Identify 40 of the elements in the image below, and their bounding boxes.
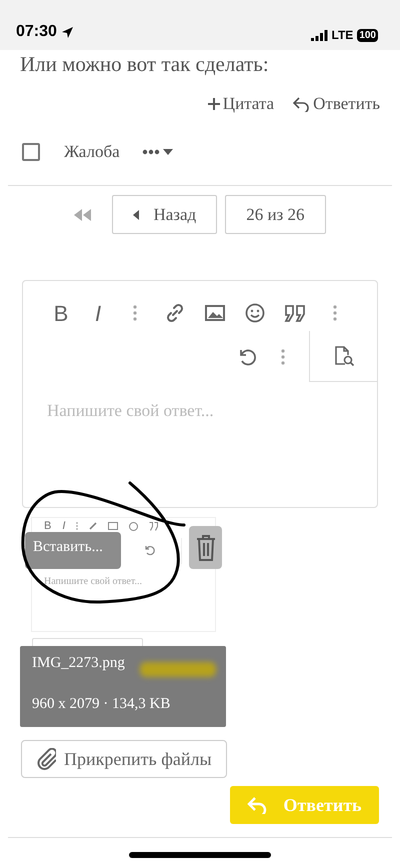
quote-link[interactable]: Цитата: [208, 92, 274, 116]
image-icon[interactable]: [205, 305, 225, 321]
bold-label: B: [44, 518, 52, 534]
post-text: Или можно вот так сделать:: [19, 51, 270, 77]
smiley-icon[interactable]: [245, 303, 265, 323]
reply-icon: [247, 796, 268, 814]
back-button[interactable]: Назад: [112, 195, 218, 234]
bold-button[interactable]: B: [54, 296, 68, 330]
more-menu-icon[interactable]: [142, 148, 174, 156]
editor-field[interactable]: B I Напишите свой ответ...: [22, 280, 378, 508]
editor-placeholder: Напишите свой ответ...: [46, 400, 215, 422]
reply-link[interactable]: Ответить: [292, 92, 380, 116]
more-icon: [76, 522, 78, 530]
report-link[interactable]: Жалоба: [64, 139, 120, 165]
plus-icon: [208, 98, 220, 110]
network-label: LTE: [332, 27, 354, 44]
undo-icon[interactable]: [237, 346, 257, 366]
paste-menu-item[interactable]: Вставить...: [25, 532, 121, 569]
undo-icon: [144, 545, 155, 556]
italic-label: I: [62, 518, 66, 534]
preview-icon[interactable]: [332, 345, 354, 367]
italic-button[interactable]: I: [94, 296, 102, 330]
caret-icon: [133, 210, 140, 220]
quote-icon: [149, 522, 158, 530]
clock-time: 07:30: [16, 22, 57, 42]
paperclip-icon: [36, 748, 56, 770]
file-info: 960 x 2079 · 134,3 KB: [32, 694, 170, 714]
reply-icon: [292, 96, 310, 112]
signal-icon: [310, 30, 328, 40]
location-icon: [60, 26, 74, 38]
file-name: IMG_2273.png: [32, 654, 125, 673]
editor-placeholder: Напишите свой ответ...: [44, 575, 142, 589]
image-icon: [108, 522, 118, 530]
smiley-icon: [129, 522, 138, 530]
checkbox[interactable]: [22, 143, 40, 161]
battery-indicator: 100: [357, 28, 378, 42]
delete-button[interactable]: [189, 526, 222, 569]
attach-files-button[interactable]: Прикрепить файлы: [21, 740, 227, 778]
page-position-button[interactable]: 26 из 26: [225, 195, 326, 234]
quote-icon[interactable]: [284, 304, 306, 322]
